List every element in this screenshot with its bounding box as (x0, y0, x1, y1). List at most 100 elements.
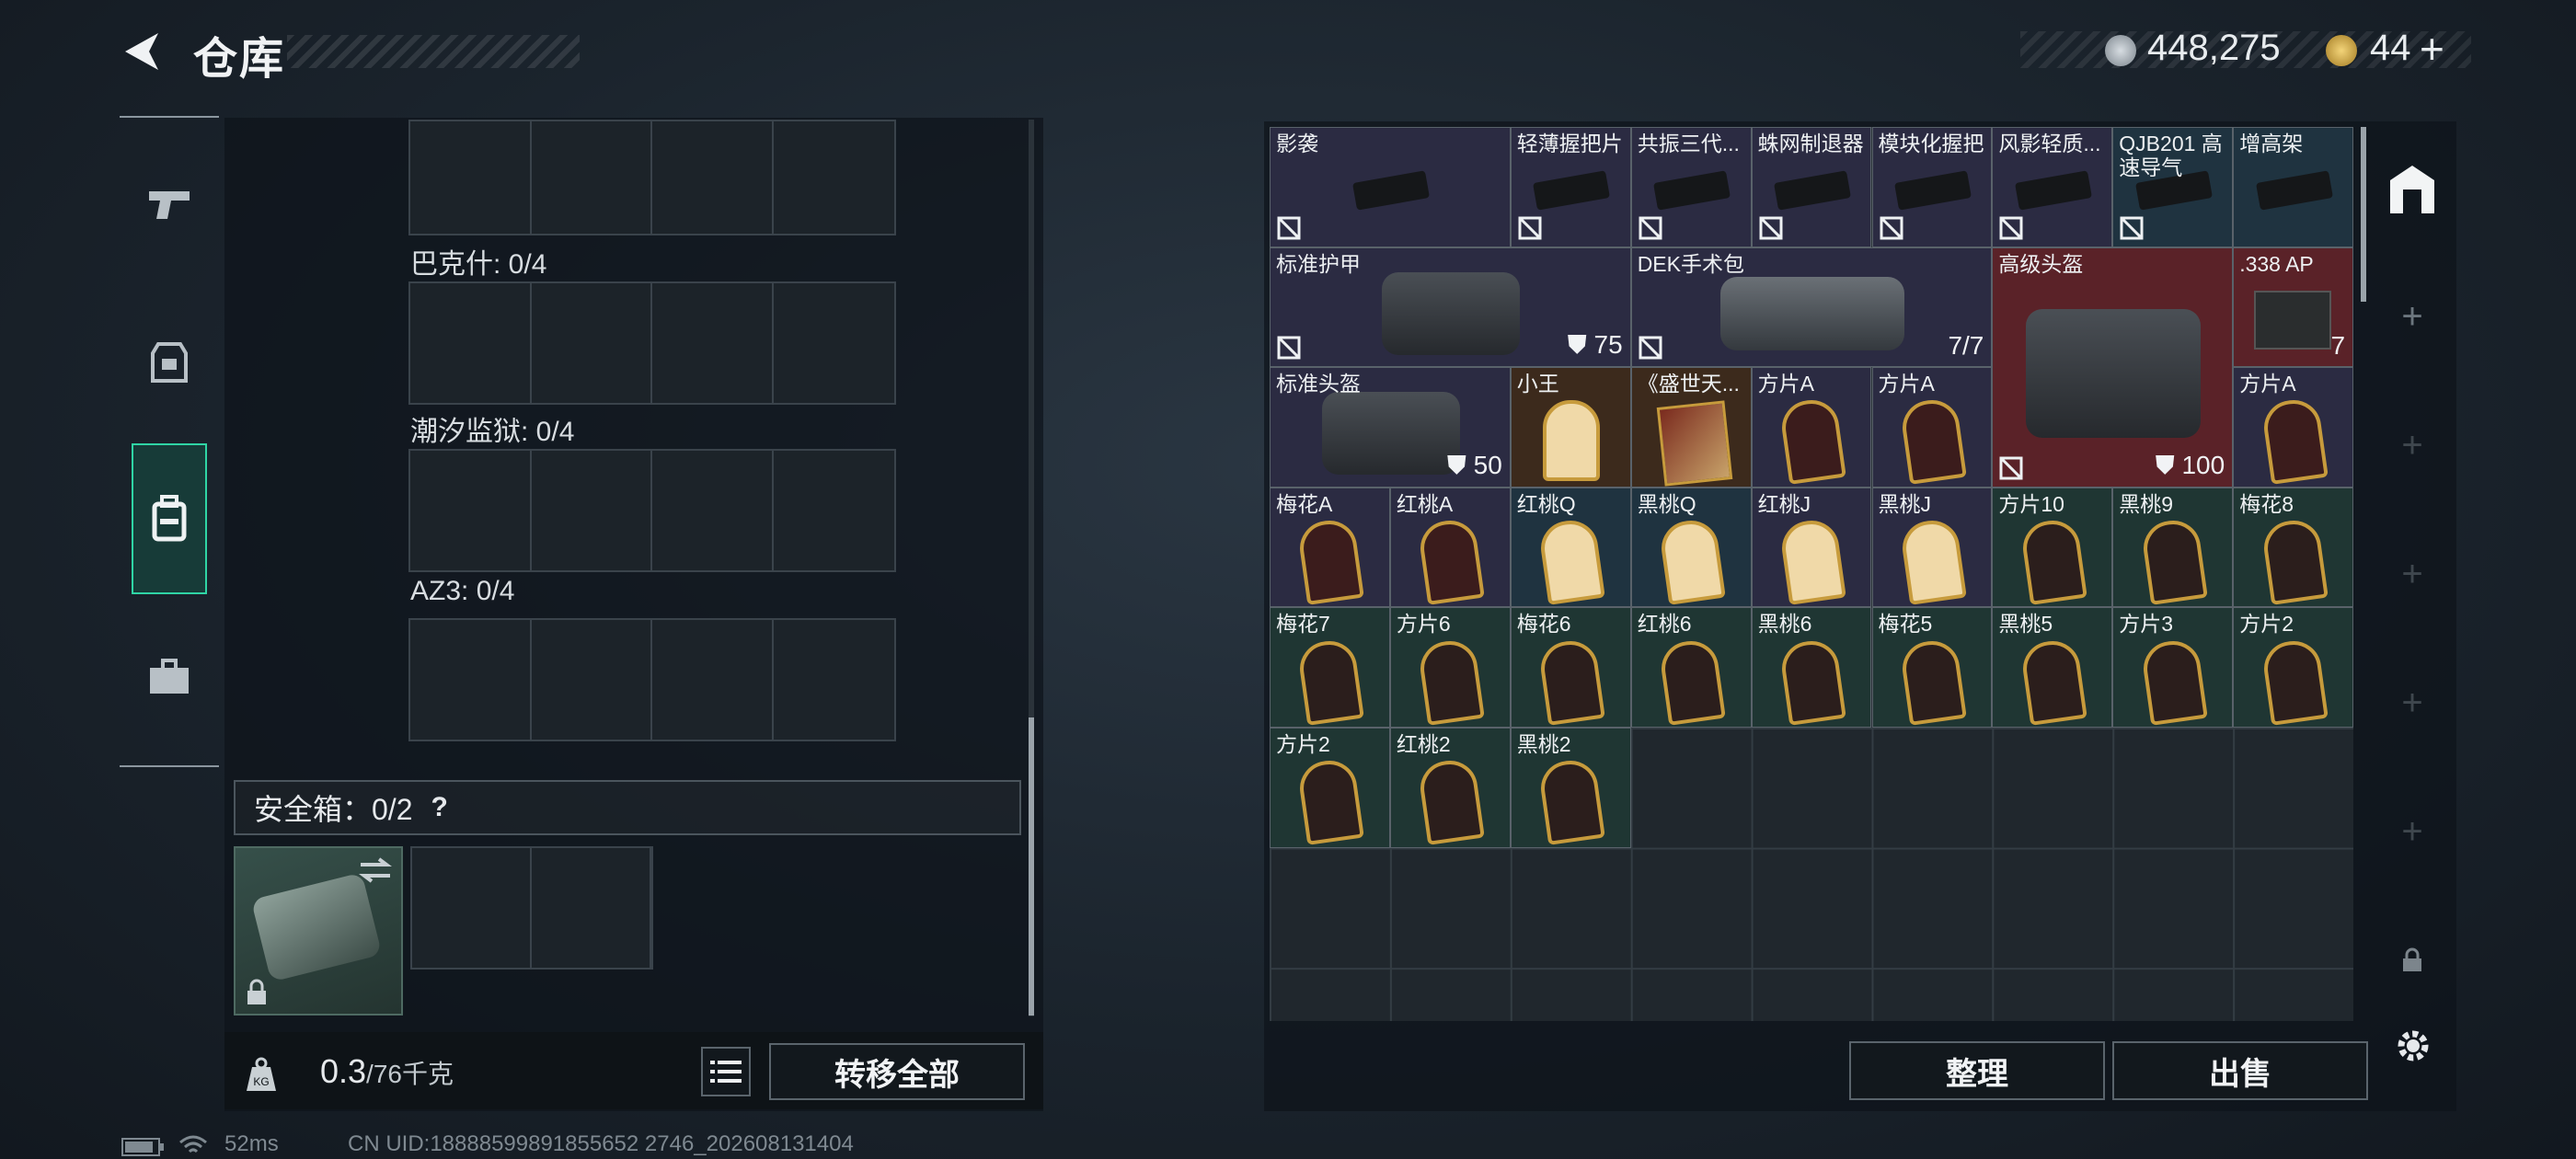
tab-toolbox[interactable] (120, 625, 219, 729)
card-art (1296, 637, 1365, 726)
inventory-item[interactable]: 共振三代... (1630, 127, 1752, 247)
attachment-art (2255, 170, 2333, 212)
inventory-item[interactable]: 方片3 (2112, 607, 2234, 728)
container-slots-bakesh[interactable] (408, 281, 896, 405)
inventory-item[interactable]: 风影轻质... (1992, 127, 2113, 247)
safe-box-slots[interactable] (410, 846, 653, 970)
no-trade-icon (1759, 216, 1783, 240)
inventory-item[interactable]: 《盛世天... (1630, 367, 1752, 488)
item-name: 轻薄握把片 (1516, 132, 1623, 155)
inventory-item[interactable]: 轻薄握把片 (1510, 127, 1631, 247)
armor-icon (151, 342, 188, 383)
gear-art (2026, 309, 2202, 439)
add-storage-tab[interactable]: + (2392, 554, 2432, 594)
add-storage-tab[interactable]: + (2392, 425, 2432, 465)
transfer-all-button[interactable]: 转移全部 (769, 1043, 1025, 1100)
item-name: 红桃2 (1396, 732, 1451, 756)
container-slots-top[interactable] (408, 120, 896, 235)
inventory-item[interactable]: QJB201 高速导气 (2112, 127, 2234, 247)
inventory-item[interactable]: 梅花5 (1871, 607, 1993, 728)
help-icon[interactable]: ? (431, 792, 448, 823)
inventory-item[interactable]: 梅花A (1270, 487, 1390, 608)
inventory-item[interactable]: 方片2 (1270, 728, 1390, 848)
wifi-icon (179, 1135, 207, 1153)
inventory-item[interactable]: 方片A (1751, 367, 1872, 488)
weight-value: 0.3/76千克 (320, 1052, 454, 1090)
inventory-item[interactable]: 黑桃2 (1510, 728, 1631, 848)
no-trade-icon (1880, 216, 1903, 240)
warehouse-tab-icon[interactable] (2385, 162, 2440, 217)
card-art (1899, 517, 1967, 605)
inventory-item[interactable]: 黑桃6 (1751, 607, 1872, 728)
inventory-item[interactable]: 高级头盔 ⛊ 100 (1992, 247, 2234, 488)
add-storage-tab[interactable]: + (2392, 296, 2432, 337)
inventory-item[interactable]: 小王 (1510, 367, 1631, 488)
item-name: 红桃A (1396, 491, 1454, 516)
list-view-button[interactable] (701, 1047, 751, 1096)
inventory-item[interactable]: 增高架 (2233, 127, 2354, 247)
lock-icon[interactable] (2401, 947, 2423, 973)
inventory-item[interactable]: 模块化握把 (1871, 127, 1993, 247)
inventory-item[interactable]: 黑桃Q (1630, 487, 1752, 608)
back-arrow-icon[interactable] (118, 28, 166, 75)
inventory-item[interactable]: 方片A (1871, 367, 1993, 488)
section-label: AZ3: 0/4 (410, 576, 515, 606)
item-name: 方片10 (1998, 491, 2064, 516)
card-art (1417, 757, 1486, 846)
inventory-item[interactable]: 红桃6 (1630, 607, 1752, 728)
no-trade-icon (1639, 216, 1662, 240)
no-trade-icon (2120, 216, 2144, 240)
inventory-item[interactable]: 标准护甲 ⛊ 75 (1270, 247, 1631, 368)
inventory-item[interactable]: 方片6 (1389, 607, 1511, 728)
inventory-item[interactable]: 梅花7 (1270, 607, 1390, 728)
tab-equipment[interactable] (120, 311, 219, 414)
inventory-item[interactable]: 黑桃5 (1992, 607, 2113, 728)
item-name: 方片6 (1396, 612, 1451, 637)
inventory-item[interactable]: 梅花6 (1510, 607, 1631, 728)
item-name: 黑桃6 (1757, 612, 1812, 637)
inventory-item[interactable]: 红桃Q (1510, 487, 1631, 608)
inventory-item[interactable]: 红桃2 (1389, 728, 1511, 848)
inventory-item[interactable]: 黑桃J (1871, 487, 1993, 608)
item-name: 梅花7 (1276, 612, 1330, 637)
tab-weapons[interactable] (120, 153, 219, 256)
add-gold-icon[interactable]: + (2420, 24, 2444, 74)
sell-button[interactable]: 出售 (2112, 1041, 2368, 1100)
gold-coin-icon (2326, 35, 2357, 66)
inventory-item[interactable]: 方片A (2233, 367, 2354, 488)
inventory-item[interactable]: DEK手术包 7/7 (1630, 247, 1993, 368)
settings-gear-icon[interactable] (2390, 1023, 2436, 1069)
card-art (1537, 637, 1606, 726)
section-label: 巴克什: 0/4 (410, 249, 547, 280)
inventory-item[interactable]: 蛛网制退器 (1751, 127, 1872, 247)
toolbox-icon (150, 659, 189, 694)
item-name: 黑桃Q (1637, 491, 1696, 516)
weight-icon: KG (236, 1049, 287, 1100)
inventory-item[interactable]: 黑桃9 (2112, 487, 2234, 608)
add-storage-tab[interactable]: + (2392, 811, 2432, 852)
tab-backpack[interactable] (132, 443, 207, 594)
item-name: 红桃6 (1637, 612, 1692, 637)
inventory-item[interactable]: 标准头盔 ⛊ 50 (1270, 367, 1511, 488)
scrollbar-thumb[interactable] (1029, 717, 1034, 1016)
card-art (2260, 396, 2329, 486)
container-slots-prison[interactable] (408, 449, 896, 572)
item-durability: ⛊ 100 (2155, 450, 2225, 479)
item-name: 《盛世天... (1637, 372, 1740, 396)
inventory-item[interactable]: 红桃A (1389, 487, 1511, 608)
safe-box-item[interactable] (234, 846, 403, 1016)
inventory-item[interactable]: 梅花8 (2233, 487, 2354, 608)
item-durability: ⛊ 50 (1446, 450, 1502, 479)
inventory-item[interactable]: 方片2 (2233, 607, 2354, 728)
inventory-item[interactable]: .338 AP 7 (2233, 247, 2354, 368)
inventory-item[interactable]: 影袭 (1270, 127, 1511, 247)
inventory-item[interactable]: 方片10 (1992, 487, 2113, 608)
item-name: 标准护甲 (1276, 251, 1361, 276)
add-storage-tab[interactable]: + (2392, 683, 2432, 723)
sort-button[interactable]: 整理 (1849, 1041, 2105, 1100)
item-name: 梅花6 (1516, 612, 1571, 637)
container-slots-az3[interactable] (408, 618, 896, 741)
silver-amount: 448,275 (2147, 28, 2281, 68)
grid-scroll-thumb[interactable] (2361, 127, 2366, 302)
inventory-item[interactable]: 红桃J (1751, 487, 1872, 608)
